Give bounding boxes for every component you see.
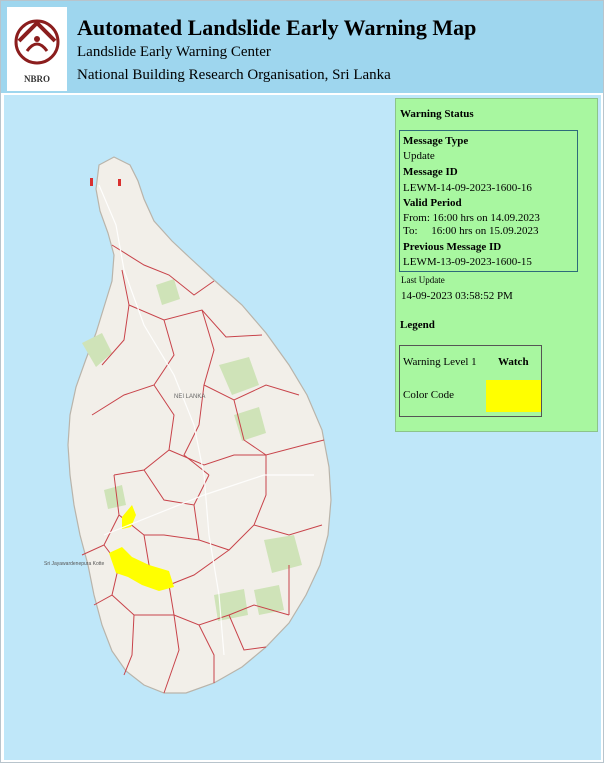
message-type-label: Message Type bbox=[403, 135, 469, 147]
page-subtitle-center: Landslide Early Warning Center bbox=[77, 44, 271, 60]
message-id-value: LEWM-14-09-2023-1600-16 bbox=[403, 182, 532, 194]
warning-status-title: Warning Status bbox=[400, 108, 474, 120]
page-subtitle-organisation: National Building Research Organisation,… bbox=[77, 67, 391, 83]
logo-text: NBRO bbox=[23, 74, 50, 84]
header-bar: NBRO Automated Landslide Early Warning M… bbox=[1, 1, 603, 93]
message-type-value: Update bbox=[403, 150, 435, 162]
warning-status-panel: Warning Status Message Type Update Messa… bbox=[395, 98, 598, 432]
page-frame: NBRO Automated Landslide Early Warning M… bbox=[0, 0, 604, 763]
message-box: Message Type Update Message ID LEWM-14-0… bbox=[399, 130, 578, 272]
valid-from: From: 16:00 hrs on 14.09.2023 bbox=[403, 212, 540, 224]
watch-label: Watch bbox=[498, 356, 529, 368]
previous-id-label: Previous Message ID bbox=[403, 241, 502, 253]
valid-period-label: Valid Period bbox=[403, 197, 462, 209]
valid-to: To: 16:00 hrs on 15.09.2023 bbox=[403, 225, 539, 237]
watch-color-swatch bbox=[486, 380, 541, 412]
map-label-sri-lanka: NEI LANKA bbox=[174, 394, 205, 400]
previous-id-value: LEWM-13-09-2023-1600-15 bbox=[403, 256, 532, 268]
nbro-logo: NBRO bbox=[7, 7, 67, 91]
nbro-emblem-icon bbox=[14, 19, 60, 65]
legend-box: Warning Level 1 Watch Color Code bbox=[399, 345, 542, 417]
last-update-value: 14-09-2023 03:58:52 PM bbox=[401, 290, 513, 302]
color-code-label: Color Code bbox=[403, 389, 455, 401]
map-label-colombo: Sri Jayawardenepura Kotte bbox=[44, 561, 105, 567]
legend-title: Legend bbox=[400, 319, 435, 331]
warning-level-label: Warning Level 1 bbox=[403, 356, 477, 368]
message-id-label: Message ID bbox=[403, 166, 458, 178]
last-update-label: Last Update bbox=[401, 275, 445, 285]
page-title: Automated Landslide Early Warning Map bbox=[77, 15, 477, 40]
